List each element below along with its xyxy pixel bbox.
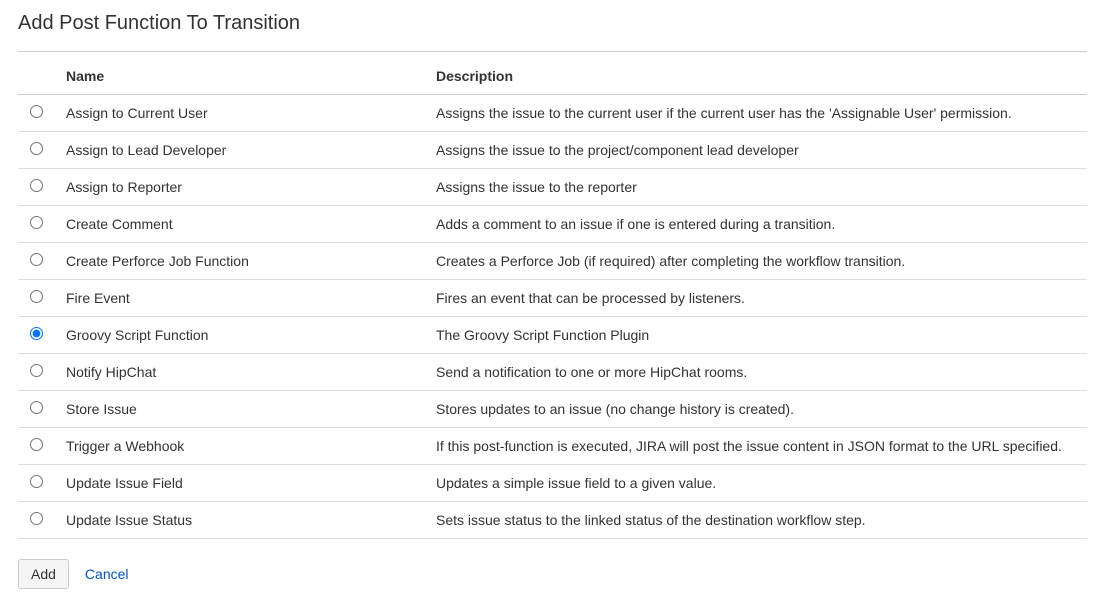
table-row: Update Issue FieldUpdates a simple issue… [18,465,1087,502]
name-cell: Assign to Lead Developer [58,132,428,169]
name-cell: Trigger a Webhook [58,428,428,465]
post-function-radio[interactable] [30,401,43,414]
post-function-table: Name Description Assign to Current UserA… [18,56,1087,539]
name-cell: Create Comment [58,206,428,243]
radio-cell [18,428,58,465]
description-cell: Adds a comment to an issue if one is ent… [428,206,1087,243]
action-bar: Add Cancel [18,559,1087,589]
table-row: Store IssueStores updates to an issue (n… [18,391,1087,428]
table-row: Create Perforce Job FunctionCreates a Pe… [18,243,1087,280]
description-cell: Sets issue status to the linked status o… [428,502,1087,539]
radio-cell [18,95,58,132]
post-function-radio[interactable] [30,179,43,192]
name-cell: Assign to Reporter [58,169,428,206]
page-title: Add Post Function To Transition [18,12,1087,43]
description-cell: The Groovy Script Function Plugin [428,317,1087,354]
post-function-radio[interactable] [30,438,43,451]
description-cell: Updates a simple issue field to a given … [428,465,1087,502]
name-cell: Notify HipChat [58,354,428,391]
description-cell: Fires an event that can be processed by … [428,280,1087,317]
description-cell: Assigns the issue to the project/compone… [428,132,1087,169]
radio-cell [18,502,58,539]
cancel-link[interactable]: Cancel [85,566,129,582]
table-row: Groovy Script FunctionThe Groovy Script … [18,317,1087,354]
post-function-radio[interactable] [30,290,43,303]
description-cell: Assigns the issue to the reporter [428,169,1087,206]
post-function-radio[interactable] [30,253,43,266]
header-radio-col [18,56,58,95]
table-row: Notify HipChatSend a notification to one… [18,354,1087,391]
table-row: Assign to ReporterAssigns the issue to t… [18,169,1087,206]
radio-cell [18,391,58,428]
table-row: Update Issue StatusSets issue status to … [18,502,1087,539]
add-button[interactable]: Add [18,559,69,589]
header-description: Description [428,56,1087,95]
description-cell: Stores updates to an issue (no change hi… [428,391,1087,428]
description-cell: Creates a Perforce Job (if required) aft… [428,243,1087,280]
description-cell: Assigns the issue to the current user if… [428,95,1087,132]
post-function-radio[interactable] [30,364,43,377]
name-cell: Create Perforce Job Function [58,243,428,280]
radio-cell [18,465,58,502]
name-cell: Groovy Script Function [58,317,428,354]
radio-cell [18,354,58,391]
name-cell: Store Issue [58,391,428,428]
name-cell: Fire Event [58,280,428,317]
post-function-radio[interactable] [30,475,43,488]
radio-cell [18,169,58,206]
radio-cell [18,280,58,317]
radio-cell [18,132,58,169]
radio-cell [18,243,58,280]
description-cell: If this post-function is executed, JIRA … [428,428,1087,465]
name-cell: Update Issue Field [58,465,428,502]
name-cell: Update Issue Status [58,502,428,539]
table-row: Trigger a WebhookIf this post-function i… [18,428,1087,465]
name-cell: Assign to Current User [58,95,428,132]
radio-cell [18,206,58,243]
post-function-radio[interactable] [30,105,43,118]
post-function-radio[interactable] [30,216,43,229]
post-function-radio[interactable] [30,512,43,525]
post-function-radio[interactable] [30,142,43,155]
header-name: Name [58,56,428,95]
table-row: Assign to Lead DeveloperAssigns the issu… [18,132,1087,169]
table-row: Create CommentAdds a comment to an issue… [18,206,1087,243]
table-row: Assign to Current UserAssigns the issue … [18,95,1087,132]
radio-cell [18,317,58,354]
title-divider [18,51,1087,52]
description-cell: Send a notification to one or more HipCh… [428,354,1087,391]
table-row: Fire EventFires an event that can be pro… [18,280,1087,317]
post-function-radio[interactable] [30,327,43,340]
